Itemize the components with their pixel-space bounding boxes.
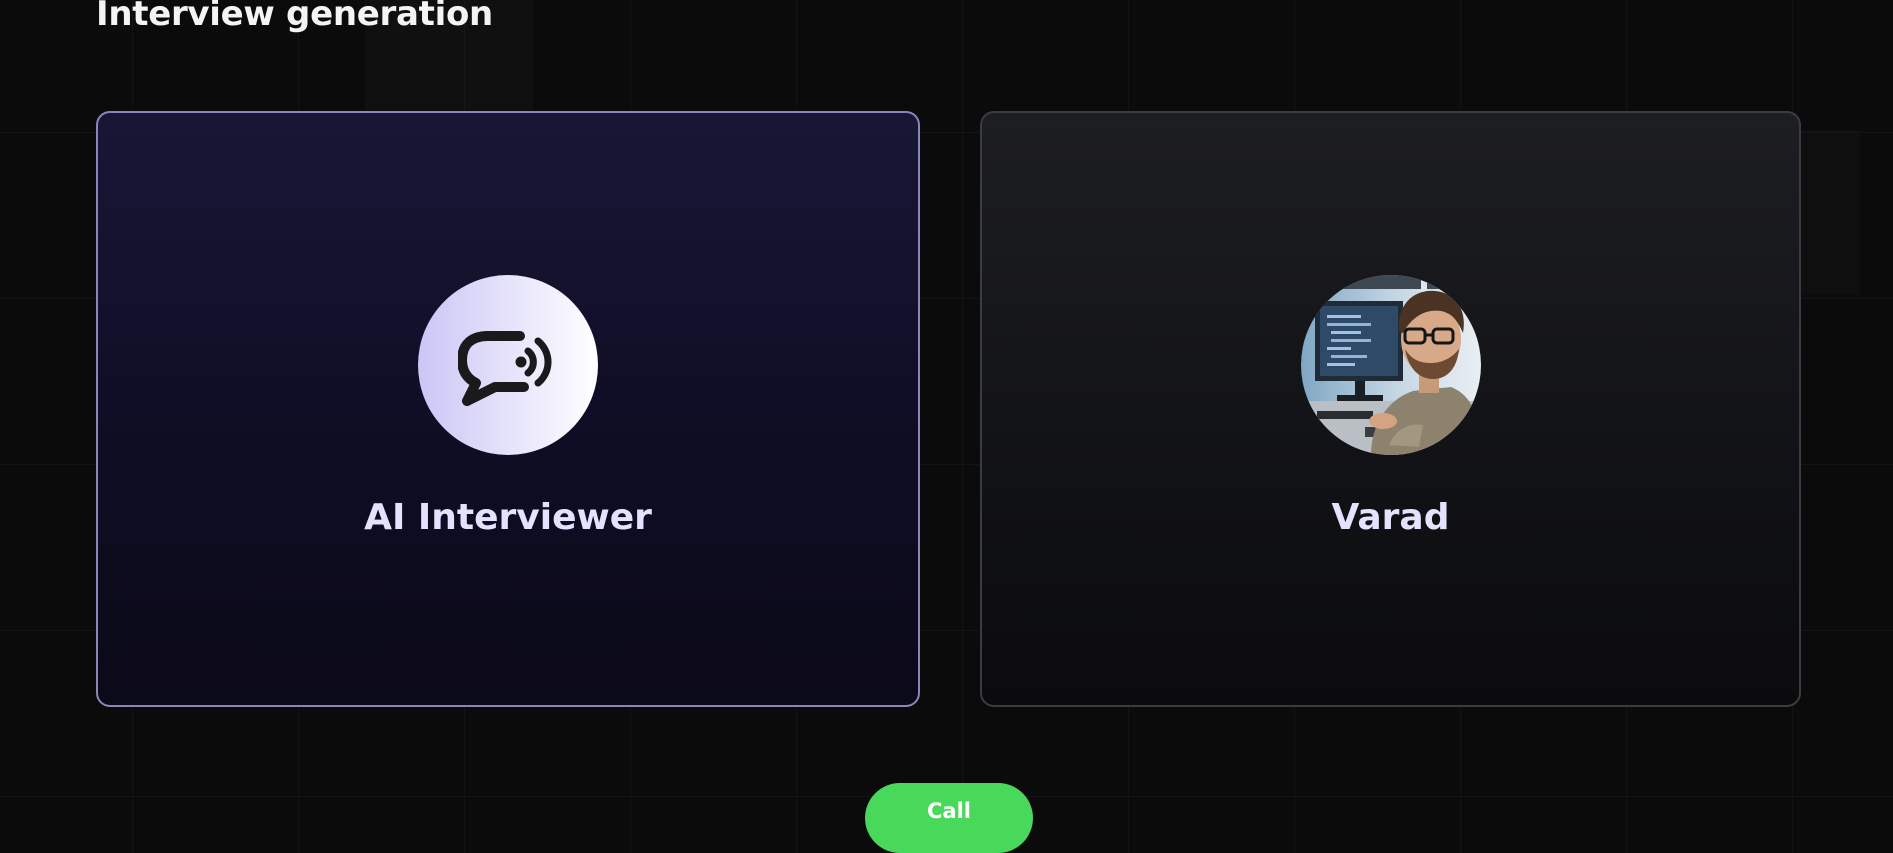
user-card: Varad <box>980 111 1801 707</box>
user-name: Varad <box>1331 497 1450 538</box>
call-button[interactable]: Call <box>865 783 1033 853</box>
ai-avatar <box>418 275 598 455</box>
page-title: Interview generation <box>96 0 493 34</box>
ai-interviewer-name: AI Interviewer <box>364 497 652 538</box>
ai-interviewer-card: AI Interviewer <box>96 111 920 707</box>
chat-bubble-sound-icon <box>458 331 552 406</box>
user-avatar <box>1301 275 1481 455</box>
user-avatar-photo <box>1301 275 1481 455</box>
